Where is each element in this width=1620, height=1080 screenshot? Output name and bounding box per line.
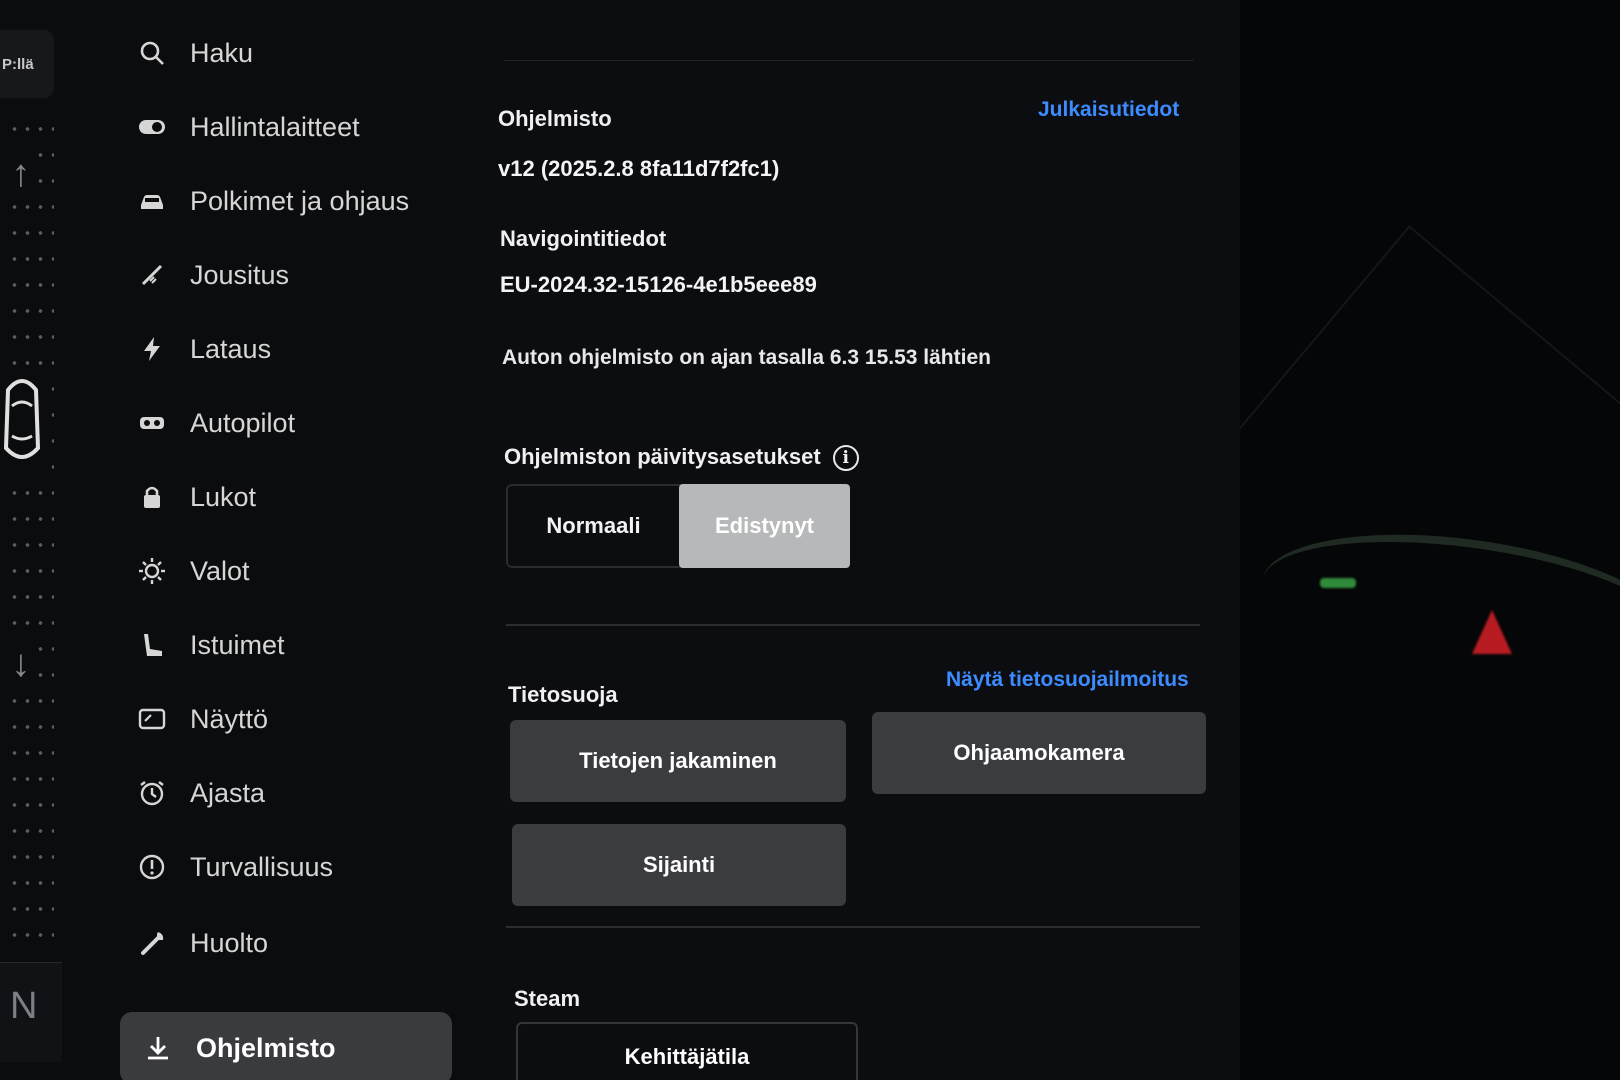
- sidebar-item-valot[interactable]: Valot: [132, 546, 250, 596]
- update-settings-label: Ohjelmiston päivitysasetukset: [504, 444, 821, 469]
- sidebar-item-label: Autopilot: [190, 407, 296, 438]
- sidebar-item-label: Valot: [190, 555, 250, 586]
- sidebar-item-polkimet[interactable]: Polkimet ja ohjaus: [132, 176, 409, 226]
- sidebar-item-label: Hallintalaitteet: [190, 111, 360, 142]
- map-marker-green: [1320, 578, 1356, 588]
- sidebar-item-hallintalaitteet[interactable]: Hallintalaitteet: [132, 102, 360, 152]
- sidebar-item-ajasta[interactable]: Ajasta: [132, 768, 265, 818]
- steering-wheel-icon: [132, 403, 172, 443]
- seat-icon: [132, 625, 172, 665]
- nav-data-title: Navigointitiedot: [500, 226, 667, 251]
- nav-data-version: EU-2024.32-15126-4e1b5eee89: [500, 272, 817, 297]
- update-option-normaali[interactable]: Normaali: [508, 486, 679, 566]
- section-divider: [506, 926, 1200, 928]
- search-icon: [132, 33, 172, 73]
- sun-icon: [132, 551, 172, 591]
- sidebar-item-haku[interactable]: Haku: [132, 28, 253, 78]
- sidebar-item-label: Näyttö: [190, 703, 269, 734]
- download-icon: [138, 1028, 178, 1068]
- gear-rail: P:llä ↑ ↓ N: [0, 0, 62, 1080]
- sidebar-item-huolto[interactable]: Huolto: [132, 918, 268, 968]
- sidebar-item-jousitus[interactable]: Jousitus: [132, 250, 289, 300]
- arrow-down-icon: ↓: [8, 640, 34, 688]
- sidebar-item-label: Haku: [190, 37, 254, 68]
- gear-slider-track[interactable]: [8, 116, 54, 946]
- sidebar-item-label: Ohjelmisto: [196, 1032, 336, 1063]
- privacy-notice-link[interactable]: Näytä tietosuojailmoitus: [946, 668, 1189, 692]
- sidebar-item-label: Ajasta: [190, 777, 266, 808]
- location-button[interactable]: Sijainti: [512, 824, 846, 906]
- sidebar-item-turvallisuus[interactable]: Turvallisuus: [132, 842, 333, 892]
- developer-mode-button[interactable]: Kehittäjätila: [516, 1022, 858, 1080]
- software-version: v12 (2025.2.8 8fa11d7f2fc1): [498, 156, 780, 181]
- sidebar-item-lataus[interactable]: Lataus: [132, 324, 271, 374]
- sidebar-item-label: Lataus: [190, 333, 272, 364]
- toggle-icon: [132, 107, 172, 147]
- sidebar-item-label: Istuimet: [190, 629, 285, 660]
- sidebar-item-naytto[interactable]: Näyttö: [132, 694, 268, 744]
- location-pin-icon: [1472, 610, 1512, 654]
- wrench-icon: [132, 923, 172, 963]
- alarm-clock-icon: [132, 773, 172, 813]
- suspension-icon: [132, 255, 172, 295]
- update-settings-title: Ohjelmiston päivitysasetukset i: [504, 444, 859, 472]
- alert-circle-icon: [132, 847, 172, 887]
- lightning-icon: [132, 329, 172, 369]
- lock-icon: [132, 477, 172, 517]
- update-option-edistynyt[interactable]: Edistynyt: [679, 484, 850, 568]
- steam-title: Steam: [514, 986, 581, 1011]
- update-mode-selector[interactable]: Normaali Edistynyt: [506, 484, 850, 568]
- release-notes-link[interactable]: Julkaisutiedot: [1038, 98, 1179, 122]
- data-sharing-button[interactable]: Tietojen jakaminen: [510, 720, 846, 802]
- sidebar-item-label: Lukot: [190, 481, 257, 512]
- sidebar-item-autopilot[interactable]: Autopilot: [132, 398, 295, 448]
- sidebar-item-label: Jousitus: [190, 259, 290, 290]
- info-icon[interactable]: i: [832, 445, 859, 472]
- sidebar-item-istuimet[interactable]: Istuimet: [132, 620, 285, 670]
- display-icon: [132, 699, 172, 739]
- settings-sidebar: Haku Hallintalaitteet Polkimet ja ohjaus…: [62, 0, 464, 1080]
- privacy-title: Tietosuoja: [508, 682, 618, 707]
- park-indicator[interactable]: P:llä: [0, 30, 54, 98]
- top-divider: [504, 60, 1194, 61]
- neutral-indicator[interactable]: N: [0, 962, 62, 1062]
- map-view[interactable]: [1240, 0, 1620, 1080]
- sidebar-item-ohjelmisto[interactable]: Ohjelmisto: [120, 1012, 452, 1080]
- software-panel: Ohjelmisto Julkaisutiedot v12 (2025.2.8 …: [464, 0, 1240, 1080]
- section-divider: [506, 624, 1200, 626]
- software-title: Ohjelmisto: [498, 106, 612, 131]
- sidebar-item-lukot[interactable]: Lukot: [132, 472, 256, 522]
- map-route: [1252, 511, 1620, 709]
- cabin-camera-button[interactable]: Ohjaamokamera: [872, 712, 1206, 794]
- car-icon: [132, 181, 172, 221]
- sidebar-item-label: Polkimet ja ohjaus: [190, 185, 410, 216]
- arrow-up-icon: ↑: [8, 150, 34, 198]
- car-outline-icon: [0, 370, 44, 470]
- sidebar-item-label: Huolto: [190, 927, 269, 958]
- update-status-text: Auton ohjelmisto on ajan tasalla 6.3 15.…: [502, 346, 991, 369]
- sidebar-item-label: Turvallisuus: [190, 851, 334, 882]
